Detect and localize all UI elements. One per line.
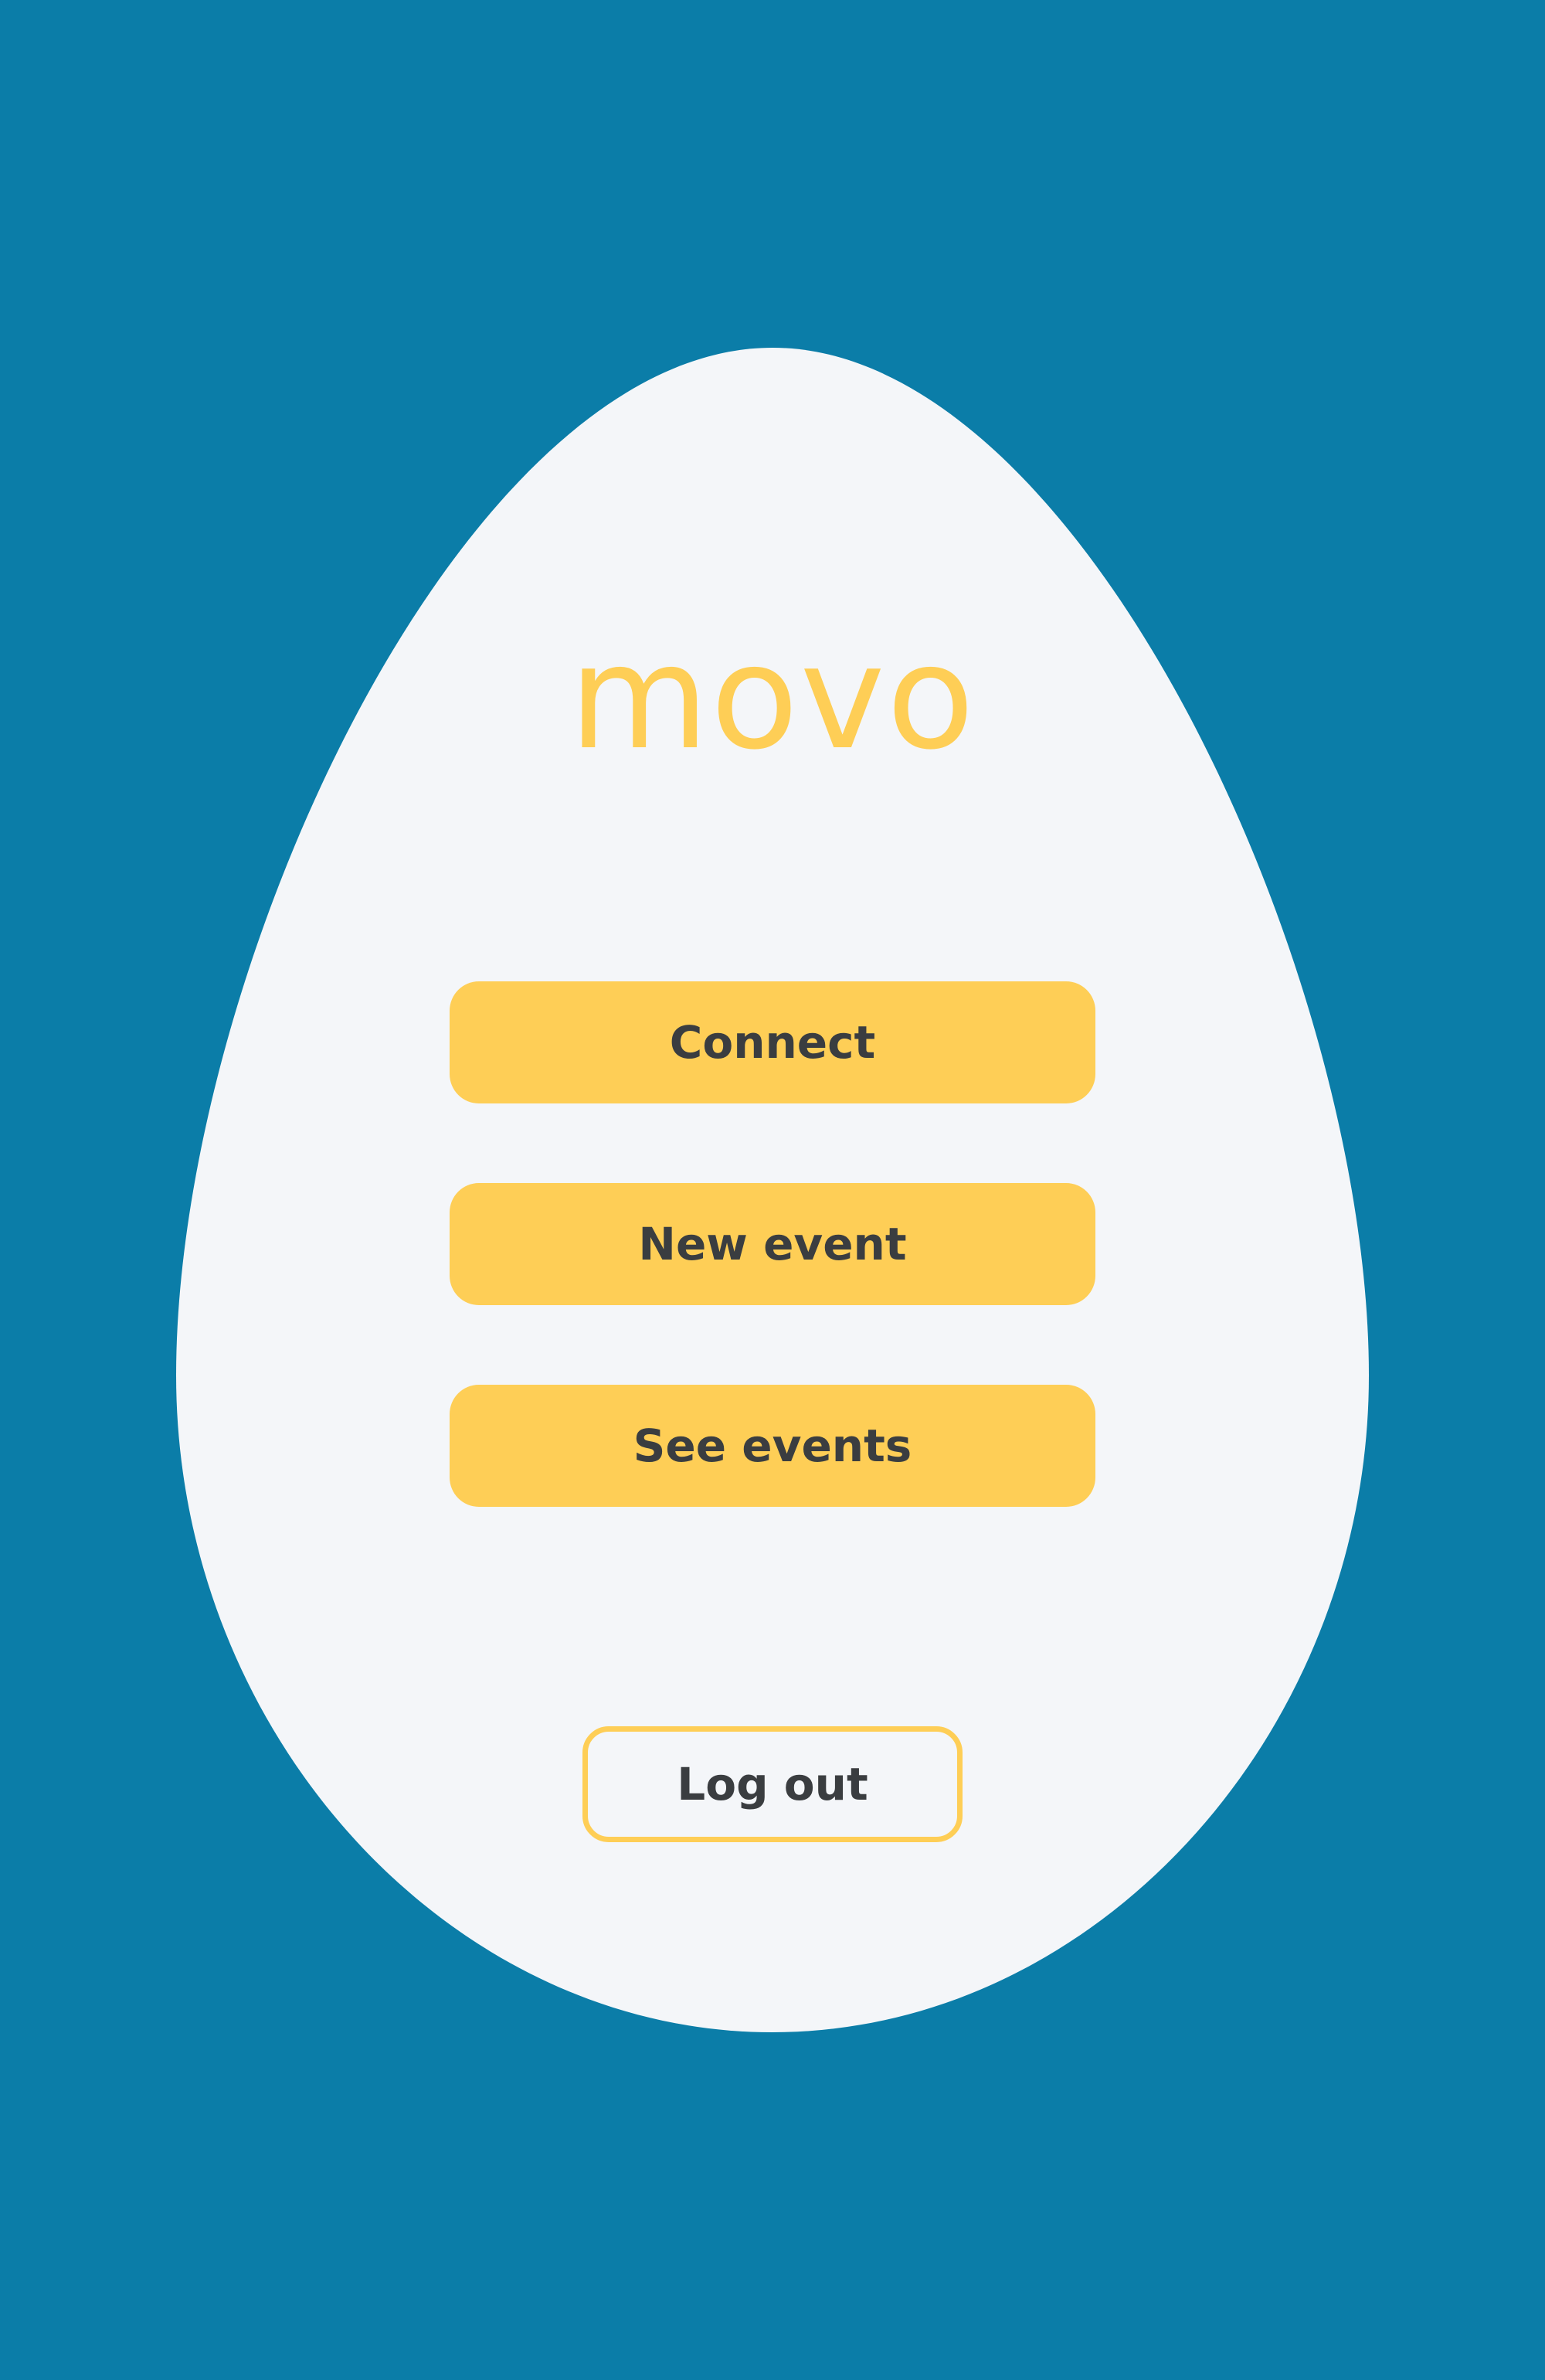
new-event-button[interactable]: New event	[450, 1183, 1095, 1305]
see-events-button[interactable]: See events	[450, 1385, 1095, 1507]
connect-button[interactable]: Connect	[450, 981, 1095, 1103]
app-logo: movo	[569, 614, 976, 781]
logout-button[interactable]: Log out	[582, 1726, 963, 1842]
